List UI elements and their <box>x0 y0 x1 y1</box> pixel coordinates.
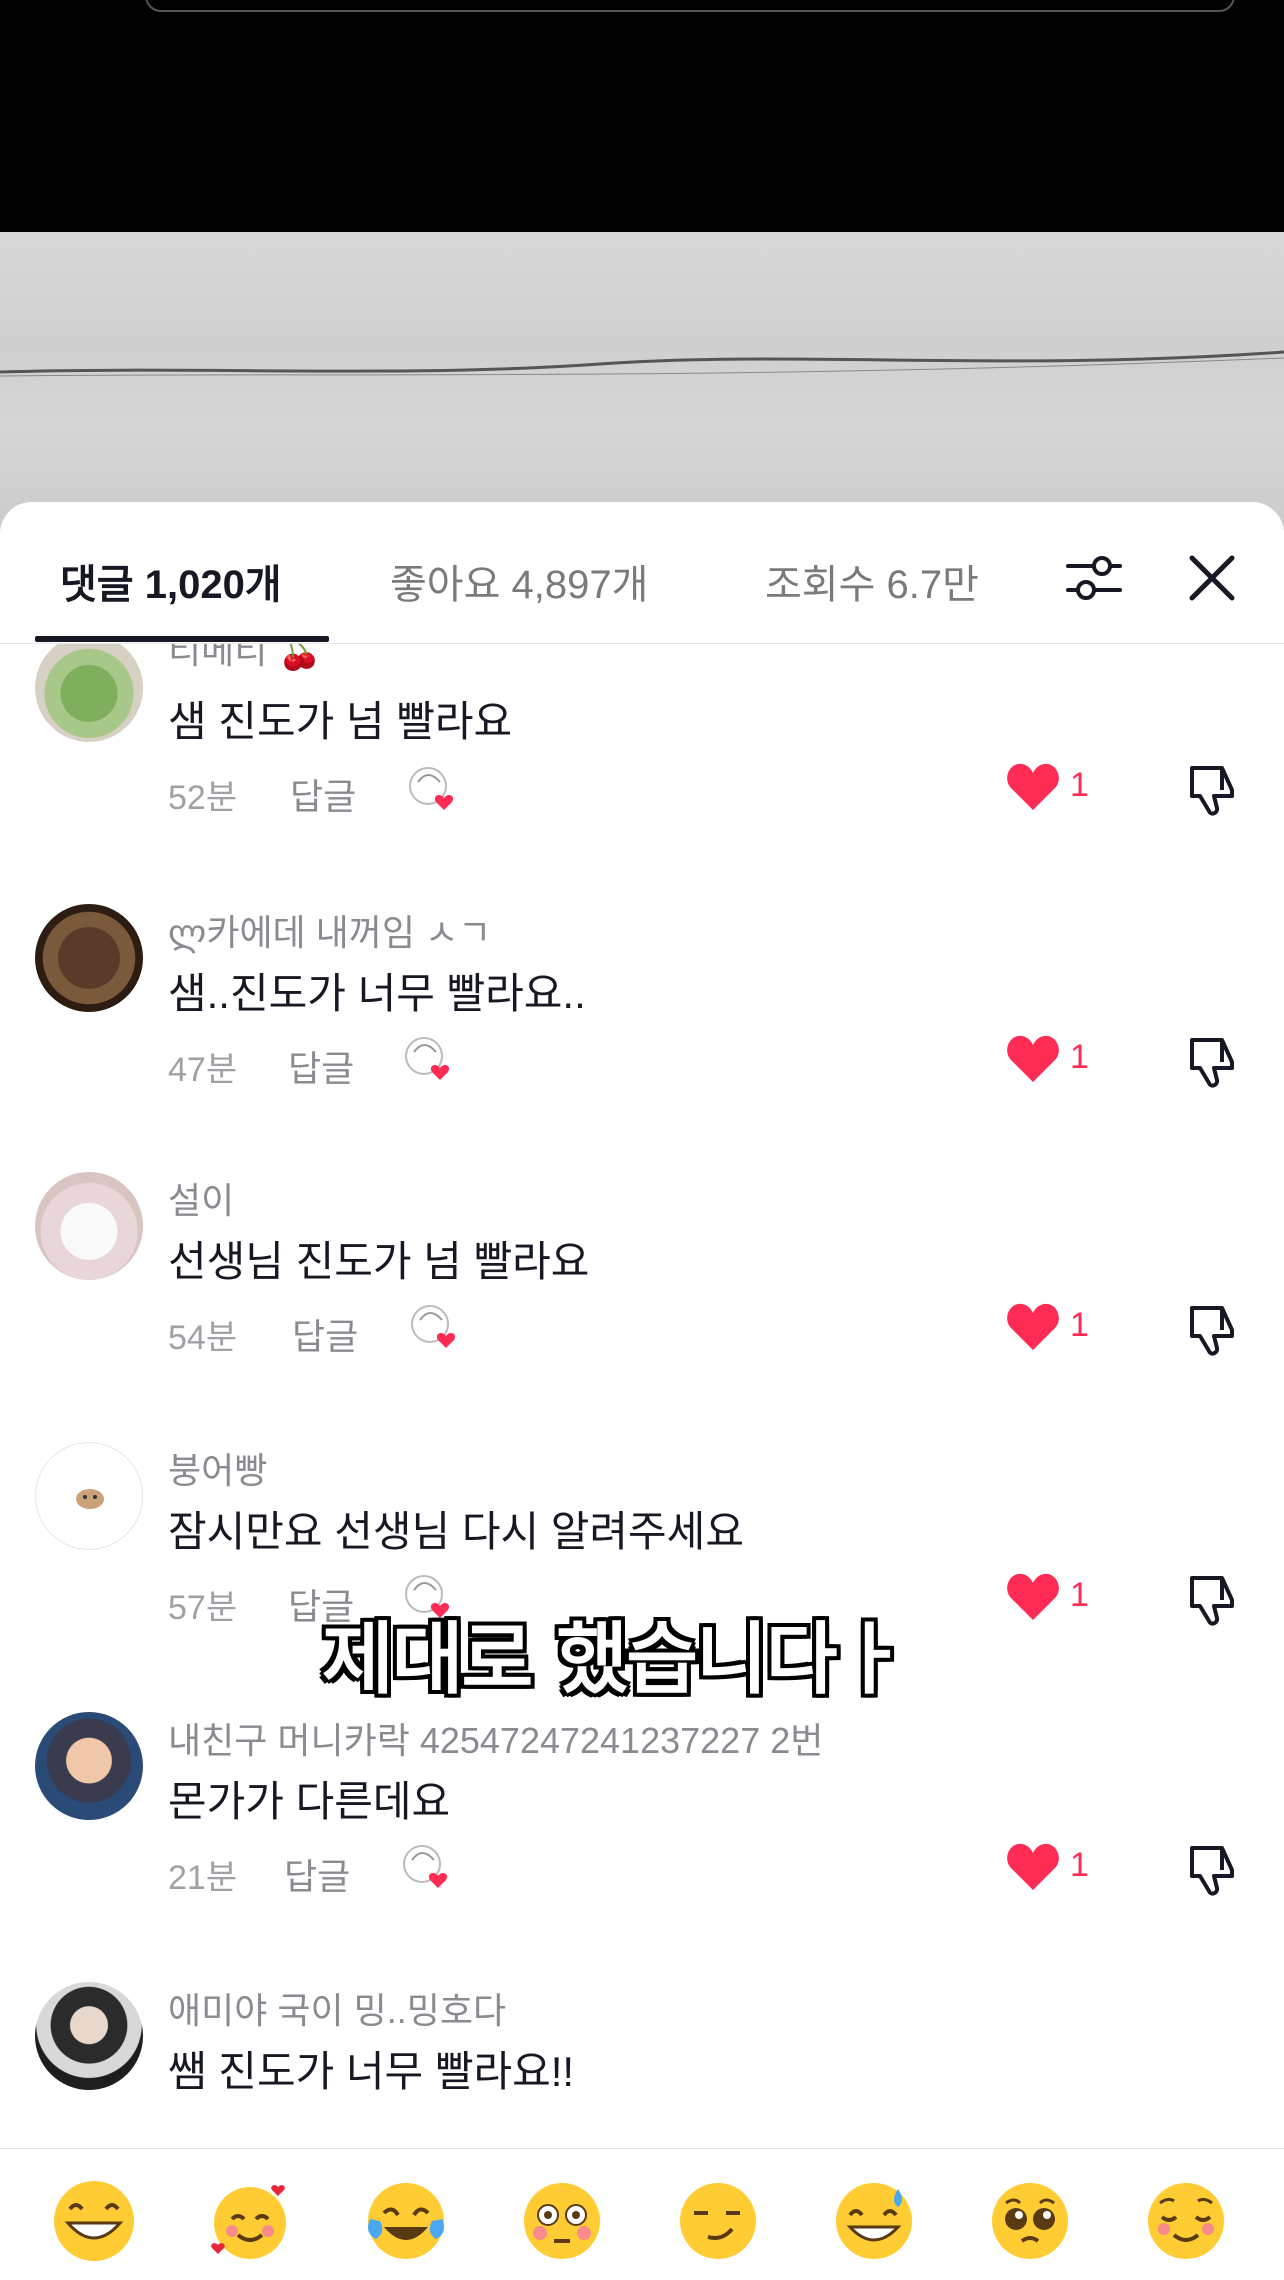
relieved-emoji-icon[interactable] <box>1144 2179 1228 2263</box>
heart-icon[interactable] <box>1006 1034 1060 1084</box>
like-count: 1 <box>1070 1038 1089 1076</box>
heart-icon[interactable] <box>1006 1572 1060 1622</box>
emoji-quick-bar <box>0 2148 1284 2280</box>
comments-sheet: 댓글 1,020개 좋아요 4,897개 조회수 6.7만 티메티 🍒 샘 진도… <box>0 502 1284 2280</box>
sweat-smile-emoji-icon[interactable] <box>832 2179 916 2263</box>
like-count: 1 <box>1070 1576 1089 1614</box>
avatar[interactable] <box>35 644 143 742</box>
comment-username[interactable]: 애미야 국이 밍..밍호다 <box>168 1982 506 2034</box>
comment-text: 쌤 진도가 너무 빨라요!! <box>168 2048 575 2095</box>
avatar[interactable] <box>35 1982 143 2090</box>
comment-item: 티메티 🍒 샘 진도가 넘 빨라요 52분 답글 1 <box>0 644 1284 904</box>
comment-text: 선생님 진도가 넘 빨라요 <box>168 1238 590 1285</box>
list-fade <box>0 2108 1284 2148</box>
comment-time: 57분 <box>168 1589 238 1627</box>
sliders-icon[interactable] <box>1064 552 1124 604</box>
tears-of-joy-emoji-icon[interactable] <box>364 2179 448 2263</box>
comment-item: 내친구 머니카락 42547247241237227 2번 몬가가 다른데요 2… <box>0 1712 1284 1982</box>
comment-item: ლ카에데 내꺼임 ㅅㄱ 샘..진도가 너무 빨라요.. 47분 답글 1 <box>0 904 1284 1174</box>
thumbs-down-icon[interactable] <box>1186 1842 1240 1898</box>
thumbs-down-icon[interactable] <box>1186 1034 1240 1090</box>
avatar[interactable] <box>35 1712 143 1820</box>
flushed-emoji-icon[interactable] <box>520 2179 604 2263</box>
comment-username[interactable]: 붕어빵 <box>168 1442 267 1494</box>
comment-text: 샘..진도가 너무 빨라요.. <box>168 970 586 1017</box>
active-tab-indicator <box>35 636 329 642</box>
comment-username[interactable]: 설이 <box>168 1172 234 1224</box>
tab-likes[interactable]: 좋아요 4,897개 <box>390 552 648 610</box>
video-top-area <box>0 0 1284 232</box>
comment-time: 21분 <box>168 1859 238 1897</box>
bread-avatar-icon <box>76 1489 104 1509</box>
comment-username[interactable]: 티메티 🍒 <box>168 644 322 674</box>
like-count: 1 <box>1070 1306 1089 1344</box>
like-count: 1 <box>1070 766 1089 804</box>
like-count: 1 <box>1070 1846 1089 1884</box>
avatar[interactable] <box>35 1172 143 1280</box>
heart-icon[interactable] <box>1006 1302 1060 1352</box>
pleading-emoji-icon[interactable] <box>988 2179 1072 2263</box>
search-bar-outline[interactable] <box>145 0 1235 12</box>
smiling-hearts-emoji-icon[interactable] <box>208 2179 292 2263</box>
reply-button[interactable]: 답글 <box>288 1040 354 1092</box>
reply-button[interactable]: 답글 <box>290 768 356 820</box>
comment-text: 몬가가 다른데요 <box>168 1778 451 1825</box>
comment-text: 잠시만요 선생님 다시 알려주세요 <box>168 1508 744 1555</box>
comment-list[interactable]: 티메티 🍒 샘 진도가 넘 빨라요 52분 답글 1 ლ카에데 내꺼임 ㅅㄱ 샘… <box>0 644 1284 2140</box>
tab-views[interactable]: 조회수 6.7만 <box>765 552 979 610</box>
thumbs-down-icon[interactable] <box>1186 762 1240 818</box>
tab-bar: 댓글 1,020개 좋아요 4,897개 조회수 6.7만 <box>0 502 1284 644</box>
comment-time: 54분 <box>168 1319 238 1357</box>
creator-liked-icon <box>403 1845 448 1888</box>
close-icon[interactable] <box>1186 546 1238 606</box>
creator-liked-icon <box>405 1037 450 1080</box>
creator-liked-icon <box>409 767 454 810</box>
comment-username[interactable]: 내친구 머니카락 42547247241237227 2번 <box>168 1712 823 1764</box>
creator-liked-icon <box>411 1305 456 1348</box>
thumbs-down-icon[interactable] <box>1186 1302 1240 1358</box>
thumbs-down-icon[interactable] <box>1186 1572 1240 1628</box>
reply-button[interactable]: 답글 <box>292 1308 358 1360</box>
comment-username[interactable]: ლ카에데 내꺼임 ㅅㄱ <box>168 904 491 956</box>
tab-comments[interactable]: 댓글 1,020개 <box>60 552 282 610</box>
heart-icon[interactable] <box>1006 1842 1060 1892</box>
comment-time: 47분 <box>168 1051 238 1089</box>
reply-button[interactable]: 답글 <box>284 1848 350 1900</box>
heart-icon[interactable] <box>1006 762 1060 812</box>
video-caption-overlay: 제대로 했습니다ㅏ <box>322 1615 907 1705</box>
avatar[interactable] <box>35 904 143 1012</box>
comment-item: 설이 선생님 진도가 넘 빨라요 54분 답글 1 <box>0 1172 1284 1442</box>
grinning-emoji-icon[interactable] <box>52 2179 136 2263</box>
avatar[interactable] <box>35 1442 143 1550</box>
smirking-emoji-icon[interactable] <box>676 2179 760 2263</box>
comment-time: 52분 <box>168 779 238 817</box>
comment-text: 샘 진도가 넘 빨라요 <box>168 698 513 745</box>
